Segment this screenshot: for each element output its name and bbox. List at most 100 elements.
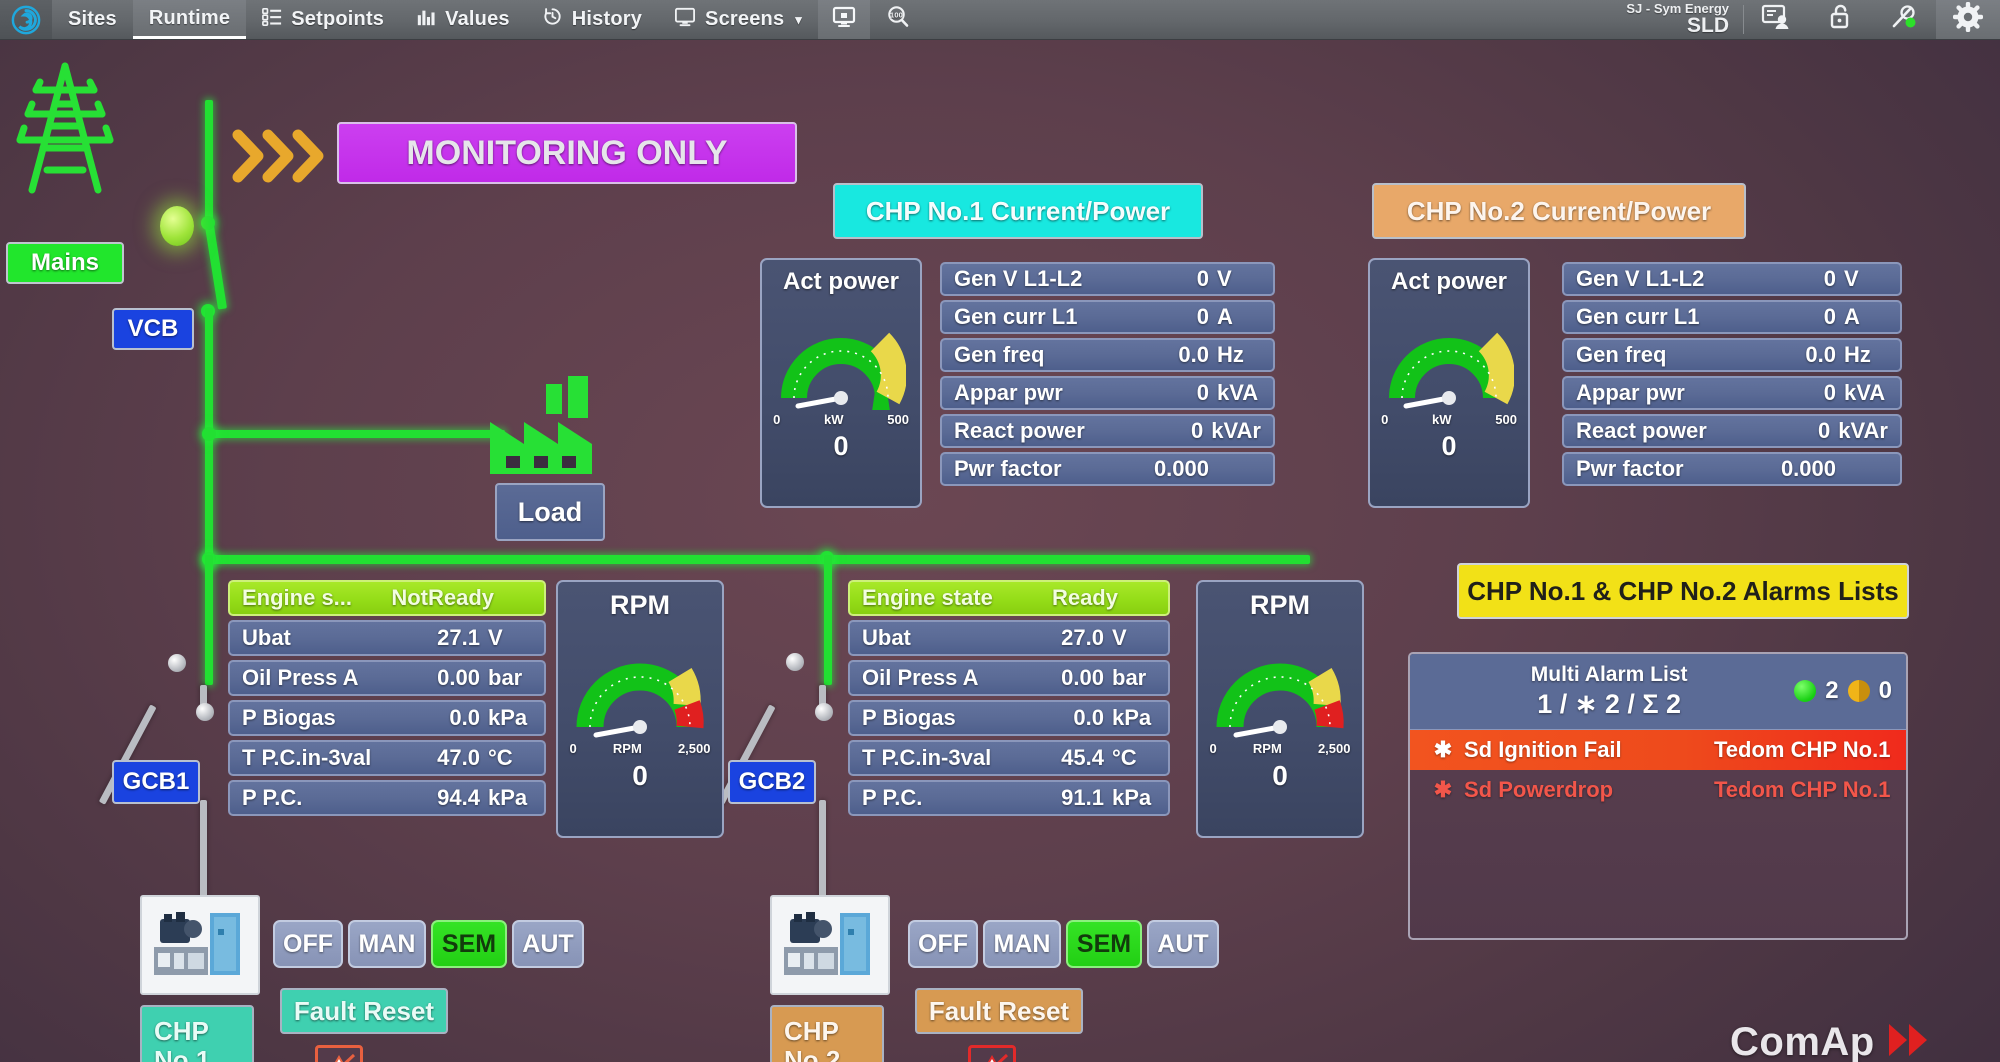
menu-item-setpoints[interactable]: Setpoints (246, 0, 400, 39)
top-menu-bar: Sites Runtime Setpoints Values History S… (0, 0, 2000, 40)
menu-item-runtime[interactable]: Runtime (132, 0, 247, 39)
row-name: Oil Press A (862, 665, 979, 690)
table-row[interactable]: Gen curr L1 0 A (1562, 300, 1902, 334)
chp2-power-header[interactable]: CHP No.2 Current/Power (1372, 183, 1746, 239)
factory-icon (484, 370, 614, 485)
alarm-row[interactable]: ✱ Sd Ignition Fail Tedom CHP No.1 (1410, 729, 1906, 770)
user-account-button[interactable] (1744, 0, 1808, 39)
connection-status-button[interactable] (1872, 0, 1936, 39)
unlock-button[interactable] (1808, 0, 1872, 39)
chp1-fault-reset-button[interactable]: Fault Reset (280, 988, 448, 1034)
alarm-name: Sd Powerdrop (1464, 776, 1614, 802)
menu-item-sites[interactable]: Sites (52, 0, 133, 39)
comap-spiral-logo-icon[interactable] (0, 0, 52, 39)
mode-label: OFF (283, 929, 333, 958)
alarm-list-title: Multi Alarm List (1530, 663, 1688, 686)
table-row[interactable]: Ubat 27.0 V (848, 620, 1170, 656)
row-unit: kVAr (1838, 418, 1888, 443)
toolbar-zoom-100-button[interactable]: 100 (870, 0, 926, 39)
alarm-list-title-group: Multi Alarm List 1 / ∗ 2 / Σ 2 (1424, 662, 1794, 721)
table-row[interactable]: Pwr factor 0.000 (940, 452, 1275, 486)
table-row[interactable]: Gen V L1-L2 0 V (940, 262, 1275, 296)
site-title-line2: SLD (1687, 14, 1729, 38)
row-name: Ubat (242, 625, 291, 650)
chp2-mode-aut-button[interactable]: AUT (1147, 920, 1219, 968)
table-row[interactable]: Pwr factor 0.000 (1562, 452, 1902, 486)
chp1-power-header[interactable]: CHP No.1 Current/Power (833, 183, 1203, 239)
chp1-rpm-title: RPM (610, 590, 670, 620)
row-unit: °C (488, 745, 513, 770)
chp1-mode-sem-button[interactable]: SEM (431, 920, 507, 968)
chp2-name-button[interactable]: CHP No.2 (770, 1005, 884, 1062)
chp2-rpm-value: 0 (1272, 760, 1288, 791)
table-row[interactable]: P Biogas 0.0 kPa (848, 700, 1170, 736)
table-row[interactable]: Engine s... NotReady (228, 580, 546, 616)
row-value: 0 (1196, 304, 1209, 329)
gcb1-drop-wire (205, 555, 213, 685)
chp1-name-button[interactable]: CHP No.1 (140, 1005, 254, 1062)
multi-alarm-list-panel: Multi Alarm List 1 / ∗ 2 / Σ 2 2 0 ✱ Sd … (1408, 652, 1908, 940)
table-row[interactable]: T P.C.in-3val 47.0 °C (228, 740, 546, 776)
table-row[interactable]: Gen curr L1 0 A (940, 300, 1275, 334)
chp1-power-header-text: CHP No.1 Current/Power (865, 195, 1171, 226)
row-unit: V (1844, 266, 1859, 291)
fault-reset-label: Fault Reset (293, 995, 435, 1026)
mains-label[interactable]: Mains (6, 242, 124, 284)
alarm-star-icon: ✱ (1433, 736, 1453, 762)
table-row[interactable]: P Biogas 0.0 kPa (228, 700, 546, 736)
menu-item-history[interactable]: History (526, 0, 658, 39)
chp2-rpm-title: RPM (1250, 590, 1310, 620)
table-row[interactable]: Appar pwr 0 kVA (1562, 376, 1902, 410)
yellow-alarm-count: 0 (1878, 677, 1892, 705)
row-unit: A (1844, 304, 1860, 329)
load-label[interactable]: Load (495, 483, 605, 541)
table-row[interactable]: Ubat 27.1 V (228, 620, 546, 656)
table-row[interactable]: React power 0 kVAr (1562, 414, 1902, 448)
row-value: 47.0 (437, 745, 480, 770)
chp2-mode-sem-button[interactable]: SEM (1066, 920, 1142, 968)
chp2-mode-man-button[interactable]: MAN (983, 920, 1061, 968)
gcb1-label[interactable]: GCB1 (112, 760, 200, 804)
chp1-mode-man-button[interactable]: MAN (348, 920, 426, 968)
vcb-label[interactable]: VCB (112, 308, 194, 350)
row-name: Gen curr L1 (1576, 304, 1700, 329)
chp1-power-values: Gen V L1-L2 0 V Gen curr L1 0 A Gen freq… (940, 262, 1275, 486)
menu-item-values[interactable]: Values (400, 0, 526, 39)
alarms-banner-button[interactable]: CHP No.1 & CHP No.2 Alarms Lists (1457, 563, 1909, 619)
chp1-gauge-scale: 0 kW 500 (773, 412, 909, 427)
table-row[interactable]: Oil Press A 0.00 bar (228, 660, 546, 696)
table-row[interactable]: Oil Press A 0.00 bar (848, 660, 1170, 696)
chevron-down-icon[interactable]: ▾ (795, 12, 802, 28)
table-row[interactable]: P P.C. 91.1 kPa (848, 780, 1170, 816)
table-row[interactable]: React power 0 kVAr (940, 414, 1275, 448)
gcb2-label[interactable]: GCB2 (728, 760, 816, 804)
chp1-mode-off-button[interactable]: OFF (273, 920, 343, 968)
chp1-machine-image[interactable] (140, 895, 260, 995)
chp2-fault-reset-button[interactable]: Fault Reset (915, 988, 1083, 1034)
chp1-gauge-max: 500 (887, 412, 909, 427)
chp1-mode-aut-button[interactable]: AUT (512, 920, 584, 968)
chp2-alarm-disabled-icon[interactable] (968, 1045, 1016, 1062)
chp2-gauge-min: 0 (1381, 412, 1389, 427)
table-row[interactable]: Gen V L1-L2 0 V (1562, 262, 1902, 296)
gcb2-down-wire (819, 800, 826, 900)
table-row[interactable]: Gen freq 0.0 Hz (1562, 338, 1902, 372)
mode-label: MAN (358, 929, 416, 958)
settings-button[interactable] (1936, 0, 2000, 39)
row-value: 0 (1823, 266, 1836, 291)
row-value: 0 (1191, 418, 1204, 443)
chp2-mode-off-button[interactable]: OFF (908, 920, 978, 968)
alarm-row[interactable]: ✱ Sd Powerdrop Tedom CHP No.1 (1410, 770, 1906, 810)
table-row[interactable]: Appar pwr 0 kVA (940, 376, 1275, 410)
menu-item-label: Sites (68, 8, 117, 30)
table-row[interactable]: T P.C.in-3val 45.4 °C (848, 740, 1170, 776)
chp1-alarm-disabled-icon[interactable] (315, 1045, 363, 1062)
chp1-rpm-scale: 0 RPM 2,500 (569, 741, 710, 756)
menu-item-screens[interactable]: Screens ▾ (658, 0, 818, 39)
table-row[interactable]: P P.C. 94.4 kPa (228, 780, 546, 816)
chp2-machine-image[interactable] (770, 895, 890, 995)
row-name: Pwr factor (954, 456, 1062, 481)
table-row[interactable]: Gen freq 0.0 Hz (940, 338, 1275, 372)
toolbar-screen-display-button[interactable] (818, 0, 871, 39)
table-row[interactable]: Engine state Ready (848, 580, 1170, 616)
